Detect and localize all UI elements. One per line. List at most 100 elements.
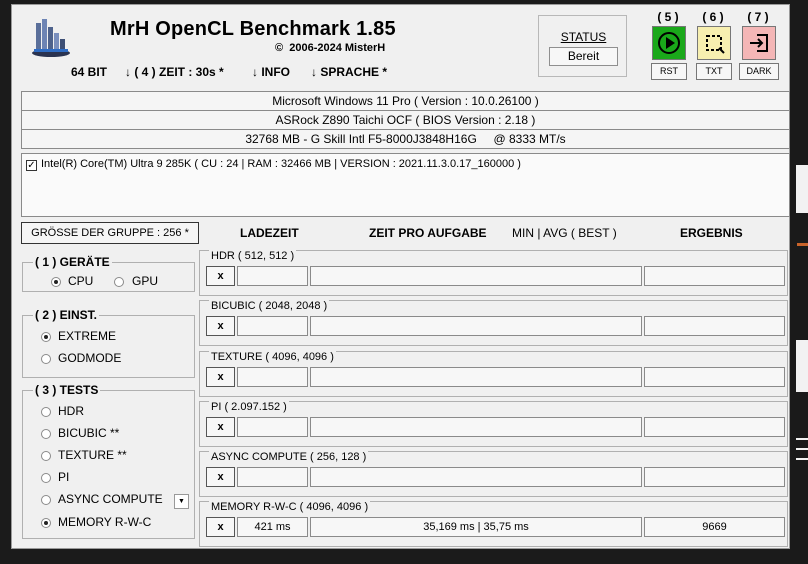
app-title: MrH OpenCL Benchmark 1.85: [110, 18, 396, 40]
column-time-per-task: ZEIT PRO AUFGABE: [369, 226, 487, 240]
bicubic-radio[interactable]: [41, 429, 51, 439]
test-result-cell: [644, 467, 785, 487]
login-icon: [750, 34, 768, 52]
device-label: Intel(R) Core(TM) Ultra 9 285K ( CU : 24…: [41, 158, 521, 170]
copyright-text: 2006-2024 MisterH: [289, 42, 386, 54]
devices-panel-title: ( 1 ) GERÄTE: [33, 255, 112, 269]
texture-radio[interactable]: [41, 451, 51, 461]
txt-button[interactable]: TXT: [696, 63, 732, 80]
run-button[interactable]: [652, 26, 686, 60]
godmode-radio[interactable]: [41, 354, 51, 364]
tests-panel: ( 3 ) TESTS HDR BICUBIC ** TEXTURE ** PI…: [22, 383, 195, 539]
exit-button[interactable]: [742, 26, 776, 60]
test-result-cell: [644, 367, 785, 387]
desktop-glyph: [796, 458, 808, 460]
status-group: STATUS Bereit: [538, 15, 627, 77]
copyright: © 2006-2024 MisterH: [275, 42, 385, 54]
test-run-button[interactable]: x: [206, 467, 235, 487]
pi-radio[interactable]: [41, 473, 51, 483]
language-menu[interactable]: ↓ SPRACHE *: [311, 65, 387, 79]
test-result-cell: [644, 266, 785, 286]
settings-panel-title: ( 2 ) EINST.: [33, 308, 100, 322]
dark-button[interactable]: DARK: [739, 63, 779, 80]
test-run-button[interactable]: x: [206, 367, 235, 387]
pi-option-label: PI: [58, 470, 70, 484]
group-size-button[interactable]: GRÖSSE DER GRUPPE : 256 *: [21, 222, 199, 244]
test-run-button[interactable]: x: [206, 266, 235, 286]
cpu-label: CPU: [68, 274, 94, 288]
info-menu[interactable]: ↓ INFO: [252, 65, 290, 79]
copyright-symbol: ©: [275, 42, 284, 54]
test-row-bicubic: BICUBIC ( 2048, 2048 ) x: [199, 300, 788, 346]
hdr-radio[interactable]: [41, 407, 51, 417]
gpu-radio[interactable]: [114, 277, 124, 287]
test-load-cell: [237, 316, 308, 336]
status-value: Bereit: [549, 47, 618, 66]
test-run-button[interactable]: x: [206, 417, 235, 437]
extreme-radio[interactable]: [41, 332, 51, 342]
desktop-glyph: [796, 448, 808, 450]
status-label: STATUS: [560, 30, 607, 44]
desktop-background: [790, 0, 808, 564]
test-time-cell: [310, 467, 642, 487]
extreme-label: EXTREME: [58, 329, 117, 343]
device-list: ✓ Intel(R) Core(TM) Ultra 9 285K ( CU : …: [21, 153, 790, 217]
app-logo-icon: [30, 17, 72, 57]
test-name: HDR ( 512, 512 ): [209, 250, 297, 262]
test-load-cell: [237, 467, 308, 487]
test-load-cell: 421 ms: [237, 517, 308, 537]
desktop-glyph: [796, 438, 808, 440]
column-result: ERGEBNIS: [680, 226, 743, 240]
os-info: Microsoft Windows 11 Pro ( Version : 10.…: [22, 92, 789, 111]
test-name: PI ( 2.097.152 ): [209, 401, 289, 413]
column-minavg: MIN | AVG ( BEST ): [512, 226, 617, 240]
txt-hotkey-number: ( 6 ): [702, 10, 724, 24]
tests-panel-title: ( 3 ) TESTS: [33, 383, 101, 397]
test-time-cell: [310, 266, 642, 286]
test-run-button[interactable]: x: [206, 517, 235, 537]
test-row-texture: TEXTURE ( 4096, 4096 ) x: [199, 351, 788, 397]
selection-icon: [706, 35, 725, 54]
play-icon: [658, 32, 680, 54]
test-name: TEXTURE ( 4096, 4096 ): [209, 351, 336, 363]
column-load: LADEZEIT: [240, 226, 299, 240]
test-row-async-compute: ASYNC COMPUTE ( 256, 128 ) x: [199, 451, 788, 497]
test-load-cell: [237, 266, 308, 286]
time-menu[interactable]: ↓ ( 4 ) ZEIT : 30s *: [125, 65, 224, 79]
system-info: Microsoft Windows 11 Pro ( Version : 10.…: [21, 91, 790, 149]
rst-button[interactable]: RST: [651, 63, 687, 80]
memory-rwc-radio[interactable]: [41, 518, 51, 528]
rst-hotkey-number: ( 5 ): [657, 10, 679, 24]
cpu-radio[interactable]: [51, 277, 61, 287]
async-compute-radio[interactable]: [41, 495, 51, 505]
test-name: ASYNC COMPUTE ( 256, 128 ): [209, 451, 369, 463]
settings-panel: ( 2 ) EINST. EXTREME GODMODE: [22, 308, 195, 378]
test-row-hdr: HDR ( 512, 512 ) x: [199, 250, 788, 296]
test-time-cell: [310, 367, 642, 387]
memory-info: 32768 MB - G Skill Intl F5-8000J3848H16G…: [245, 132, 566, 146]
texture-option-label: TEXTURE **: [58, 448, 127, 462]
hdr-option-label: HDR: [58, 404, 84, 418]
test-result-cell: 9669: [644, 517, 785, 537]
bits-label: 64 BIT: [71, 65, 108, 79]
gpu-label: GPU: [132, 274, 159, 288]
benchmark-window: MrH OpenCL Benchmark 1.85 © 2006-2024 Mi…: [11, 4, 790, 549]
test-row-pi: PI ( 2.097.152 ) x: [199, 401, 788, 447]
select-button[interactable]: [697, 26, 731, 60]
test-time-cell: [310, 316, 642, 336]
desktop-glyph: [796, 165, 808, 213]
desktop-glyph: [796, 340, 808, 392]
devices-panel: ( 1 ) GERÄTE CPU GPU: [22, 255, 195, 292]
test-name: BICUBIC ( 2048, 2048 ): [209, 300, 330, 312]
test-time-cell: 35,169 ms | 35,75 ms: [310, 517, 642, 537]
async-compute-option-label: ASYNC COMPUTE: [58, 492, 163, 506]
test-result-cell: [644, 417, 785, 437]
dark-hotkey-number: ( 7 ): [747, 10, 769, 24]
test-dropdown-chevron-down-icon[interactable]: ▼: [174, 494, 189, 509]
desktop-accent: [797, 243, 808, 246]
device-checkbox[interactable]: ✓: [26, 160, 37, 171]
test-result-cell: [644, 316, 785, 336]
godmode-label: GODMODE: [58, 351, 122, 365]
test-load-cell: [237, 417, 308, 437]
test-run-button[interactable]: x: [206, 316, 235, 336]
